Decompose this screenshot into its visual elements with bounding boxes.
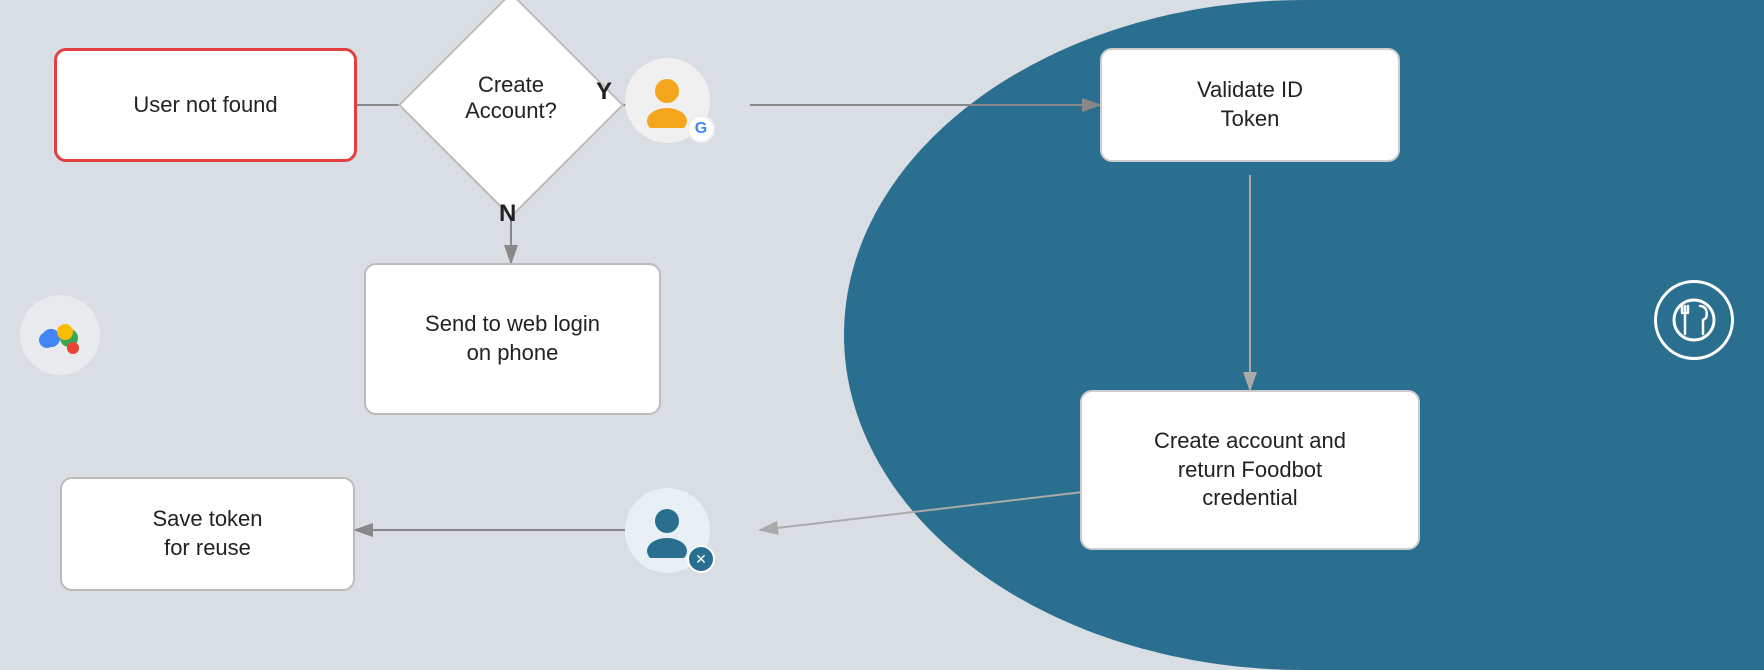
create-account-label: CreateAccount? xyxy=(436,72,586,124)
create-account-label-text: Create account andreturn Foodbotcredenti… xyxy=(1154,427,1346,513)
save-token-node: Save tokenfor reuse xyxy=(60,477,355,591)
yes-label: Y xyxy=(596,78,612,106)
validate-id-node: Validate IDToken xyxy=(1100,48,1400,162)
user-not-found-node: User not found xyxy=(54,48,357,162)
send-to-web-node: Send to web loginon phone xyxy=(364,263,661,415)
google-assistant-icon xyxy=(20,295,105,380)
user-not-found-label: User not found xyxy=(133,91,277,120)
foodbot-user-icon: ✕ xyxy=(625,488,725,588)
send-to-web-label: Send to web loginon phone xyxy=(425,310,600,367)
save-token-label: Save tokenfor reuse xyxy=(152,505,262,562)
validate-id-label: Validate IDToken xyxy=(1197,76,1303,133)
fork-knife-icon xyxy=(1654,280,1734,360)
no-label: N xyxy=(499,200,516,228)
google-user-icon: G xyxy=(625,58,725,158)
create-account-node: Create account andreturn Foodbotcredenti… xyxy=(1080,390,1420,550)
